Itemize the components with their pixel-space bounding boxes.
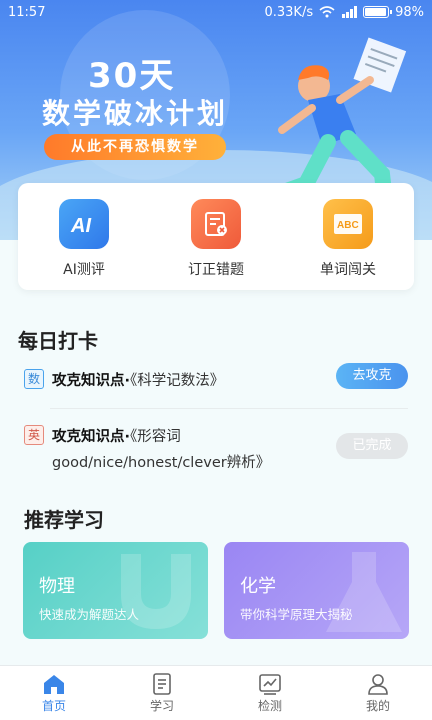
checkin-topic: 《科学记数法》 xyxy=(130,373,225,389)
nav-home[interactable]: 首页 xyxy=(14,673,94,714)
divider xyxy=(50,408,408,409)
banner-title-plan: 数学破冰计划 xyxy=(42,97,229,130)
flask-icon xyxy=(326,552,402,632)
test-icon xyxy=(259,673,281,695)
banner-title-days: 30天 xyxy=(88,56,176,96)
signal-icon xyxy=(342,6,358,18)
checkin-text: 攻克知识点·《科学记数法》 xyxy=(52,368,322,394)
checkin-prefix: 攻克知识点· xyxy=(52,373,131,389)
nav-study[interactable]: 学习 xyxy=(122,672,202,714)
nav-label: 检测 xyxy=(257,698,282,713)
status-indicators: 0.33K/s 98% xyxy=(264,5,424,20)
recommend-card-physics[interactable]: 物理 快速成为解题达人 xyxy=(23,542,208,639)
card-subtitle: 带你科学原理大揭秘 xyxy=(240,607,353,622)
checkin-prefix: 攻克知识点· xyxy=(52,429,131,445)
banner-subtitle: 从此不再恐惧数学 xyxy=(44,134,226,160)
nav-test[interactable]: 检测 xyxy=(230,673,310,714)
checkin-item-math: 数 攻克知识点·《科学记数法》 去攻克 xyxy=(24,363,408,394)
english-tag: 英 xyxy=(24,425,44,445)
study-icon xyxy=(153,672,171,695)
wifi-icon xyxy=(319,6,335,18)
svg-text:AI: AI xyxy=(70,215,91,236)
tools-card: AI AI测评 订正错题 ABC 单词闯关 xyxy=(18,183,414,290)
nav-profile[interactable]: 我的 xyxy=(338,673,418,714)
recommend-title: 推荐学习 xyxy=(24,508,104,532)
svg-text:ABC: ABC xyxy=(337,220,359,231)
daily-checkin-title: 每日打卡 xyxy=(18,329,98,353)
battery-icon xyxy=(363,6,393,18)
recommend-card-chemistry[interactable]: 化学 带你科学原理大揭秘 xyxy=(224,542,409,639)
checkin-text: 攻克知识点·《形容词good/nice/honest/clever辨析》 xyxy=(52,424,322,476)
status-time: 11:57 xyxy=(8,4,46,20)
go-conquer-button[interactable]: 去攻克 xyxy=(336,363,408,389)
status-bar: 11:57 0.33K/s 98% xyxy=(0,0,432,24)
nav-label: 首页 xyxy=(41,698,66,713)
tool-ai-assessment[interactable]: AI AI测评 xyxy=(34,198,134,279)
ai-assessment-icon: AI xyxy=(59,198,109,249)
tool-label: 单词闯关 xyxy=(320,261,376,278)
tool-error-correction[interactable]: 订正错题 xyxy=(166,198,266,279)
nav-label: 我的 xyxy=(365,698,390,713)
error-correction-icon xyxy=(191,198,241,249)
bottom-nav: 首页 学习 检测 我的 xyxy=(0,665,432,720)
math-tag: 数 xyxy=(24,369,44,389)
checkin-item-english: 英 攻克知识点·《形容词good/nice/honest/clever辨析》 已… xyxy=(24,424,408,476)
network-speed: 0.33K/s xyxy=(264,4,314,20)
tool-word-challenge[interactable]: ABC 单词闯关 xyxy=(298,198,398,279)
profile-icon xyxy=(368,673,388,695)
card-subtitle: 快速成为解题达人 xyxy=(39,607,140,622)
home-icon xyxy=(44,674,64,694)
tool-label: AI测评 xyxy=(63,261,105,278)
battery-level: 98% xyxy=(395,4,424,20)
nav-label: 学习 xyxy=(149,698,174,713)
completed-button[interactable]: 已完成 xyxy=(336,433,408,459)
word-challenge-icon: ABC xyxy=(323,198,373,249)
tool-label: 订正错题 xyxy=(188,261,244,278)
